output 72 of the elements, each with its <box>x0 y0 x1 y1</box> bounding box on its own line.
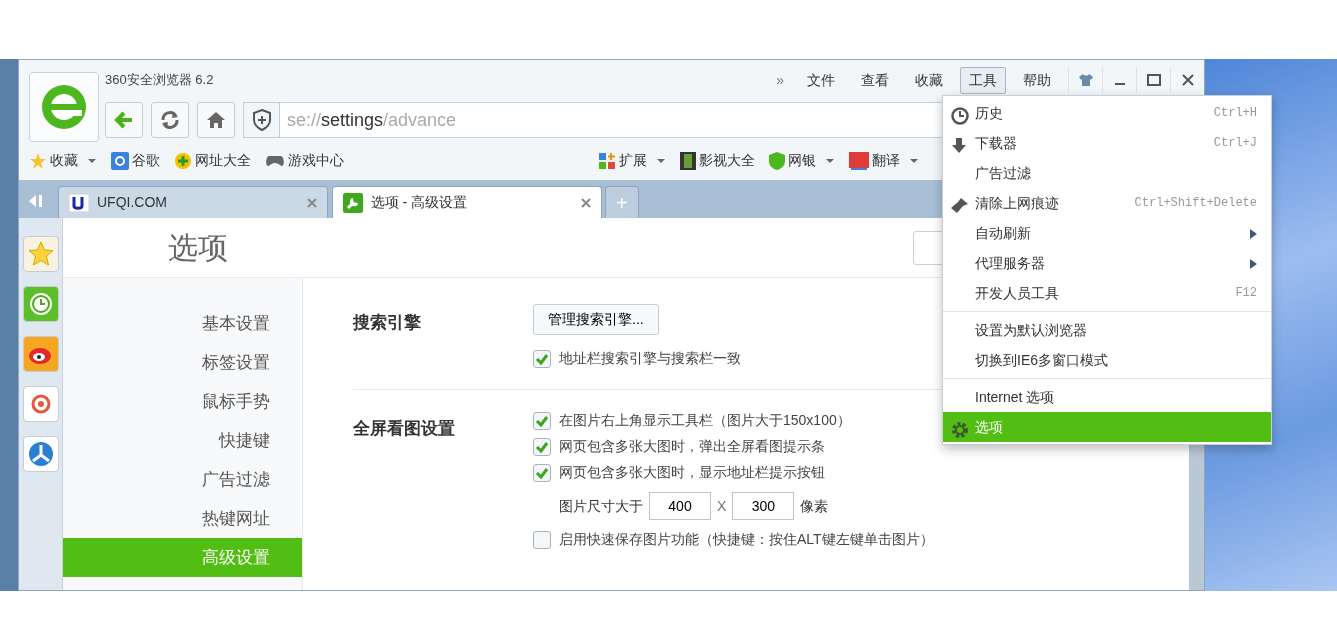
back-button[interactable] <box>105 102 143 138</box>
clock-icon <box>951 105 969 126</box>
width-field[interactable]: 400 <box>649 492 711 520</box>
bookmark-link[interactable]: 网银 <box>788 149 816 171</box>
menu-item[interactable]: Internet 选项 <box>943 382 1271 412</box>
browser-tab[interactable]: UFQI.COM <box>58 186 328 218</box>
page-title: 选项 <box>167 230 229 266</box>
url-text: se://settings/advance <box>286 108 457 132</box>
menu-item[interactable]: 查看 <box>852 66 898 94</box>
menu-item[interactable]: 帮助 <box>1014 66 1060 94</box>
menu-item[interactable]: 清除上网痕迹 Ctrl+Shift+Delete <box>943 188 1271 218</box>
g-logo-icon <box>111 149 129 171</box>
section-heading: 搜索引擎 <box>353 312 422 334</box>
overflow-chevron[interactable]: » <box>776 69 784 91</box>
menu-item[interactable]: 文件 <box>798 66 844 94</box>
bookmark-link[interactable]: 翻译 <box>872 149 900 171</box>
window-title: 360安全浏览器 6.2 <box>105 71 214 90</box>
gear-icon <box>951 419 969 440</box>
home-icon <box>206 111 226 129</box>
height-field[interactable]: 300 <box>732 492 795 520</box>
browser-tab[interactable]: 选项 - 高级设置 <box>331 186 602 218</box>
checkbox-label: 地址栏搜索引擎与搜索栏一致 <box>559 349 741 368</box>
clock-icon[interactable] <box>22 286 59 322</box>
section-heading: 全屏看图设置 <box>353 418 456 440</box>
checkbox[interactable] <box>533 463 551 482</box>
manage-button[interactable]: 管理搜索引擎... <box>533 304 659 335</box>
eye-logo-icon[interactable] <box>22 336 59 372</box>
menu-item[interactable]: 代理服务器 <box>943 248 1271 278</box>
dictionary-icon <box>849 149 869 171</box>
u-logo-icon <box>69 192 89 213</box>
bookmark-link[interactable]: 影视大全 <box>699 149 755 171</box>
menu-item[interactable]: 自动刷新 <box>943 218 1271 248</box>
settings-nav-item[interactable]: 基本设置 <box>63 304 302 343</box>
menu-item[interactable]: 广告过滤 <box>943 158 1271 188</box>
bookmark-link[interactable]: 扩展 <box>619 149 647 171</box>
film-icon <box>680 149 696 171</box>
checkbox-label: 启用快速保存图片功能（快捷键：按住ALT键左键单击图片） <box>559 530 934 549</box>
refresh-icon <box>159 109 181 131</box>
bookmark-link[interactable]: 游戏中心 <box>288 149 344 171</box>
checkbox[interactable] <box>533 411 551 430</box>
bookmark-link[interactable]: 收藏 <box>50 149 78 171</box>
back-arrow-icon <box>114 111 134 129</box>
menu-item[interactable]: 收藏 <box>906 66 952 94</box>
browser-logo-icon <box>29 72 99 142</box>
checkbox[interactable] <box>533 530 551 549</box>
wrench-icon <box>342 191 363 214</box>
tab-label: UFQI.COM <box>97 193 167 212</box>
home-button[interactable] <box>197 102 235 138</box>
checkbox[interactable] <box>533 437 551 456</box>
settings-nav-item[interactable]: 热键网址 <box>63 499 302 538</box>
menu-item[interactable]: 工具 <box>960 66 1006 94</box>
refresh-button[interactable] <box>151 102 189 138</box>
bookmark-link[interactable]: 谷歌 <box>132 149 160 171</box>
settings-nav-item[interactable]: 鼠标手势 <box>63 382 302 421</box>
settings-nav-item[interactable]: 广告过滤 <box>63 460 302 499</box>
checkbox-label: 在图片右上角显示工具栏（图片大于150x100） <box>559 411 851 430</box>
tab-label: 选项 - 高级设置 <box>370 193 467 212</box>
menu-item[interactable]: 设置为默认浏览器 <box>943 315 1271 345</box>
menu-item[interactable]: 切换到IE6多窗口模式 <box>943 345 1271 375</box>
checkbox-label: 网页包含多张大图时，弹出全屏看图提示条 <box>559 437 825 456</box>
people-logo-icon[interactable] <box>22 436 59 472</box>
shield-icon <box>244 103 280 137</box>
unit-label: 像素 <box>800 496 829 516</box>
shield-icon <box>769 149 785 171</box>
checkbox[interactable] <box>533 349 551 368</box>
size-label: 图片尺寸大于 <box>559 496 643 516</box>
times-sign: X <box>717 496 727 516</box>
settings-nav-item[interactable]: 快捷键 <box>63 421 302 460</box>
menu-item[interactable]: 开发人员工具 F12 <box>943 278 1271 308</box>
checkbox-label: 网页包含多张大图时，显示地址栏提示按钮 <box>559 463 825 482</box>
bookmark-link[interactable]: 网址大全 <box>195 149 251 171</box>
settings-nav-item[interactable]: 标签设置 <box>63 343 302 382</box>
